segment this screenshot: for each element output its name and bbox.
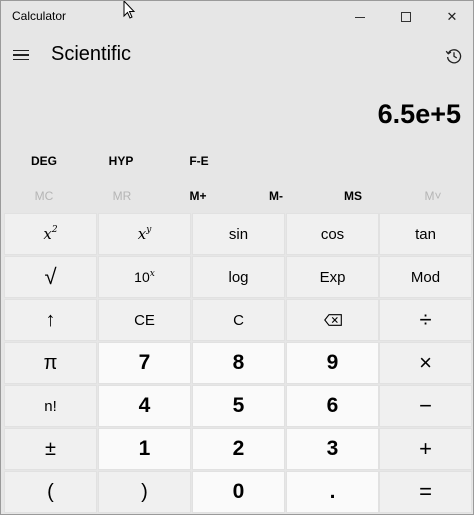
close-paren-button[interactable]: ) <box>98 471 191 513</box>
hamburger-line <box>13 58 29 61</box>
app-header: Scientific <box>1 35 473 75</box>
ten-power-x-base: 10 <box>134 269 150 285</box>
mod-button[interactable]: Mod <box>379 256 472 298</box>
x-squared-label: x2 <box>43 225 57 243</box>
open-paren-button[interactable]: ( <box>4 471 97 513</box>
cos-button[interactable]: cos <box>286 213 379 255</box>
ten-power-x-label: 10x <box>134 269 155 285</box>
deg-button[interactable]: DEG <box>14 147 74 175</box>
add-button[interactable]: + <box>379 428 472 470</box>
x-power-y-base: x <box>137 225 147 243</box>
x-squared-exponent: 2 <box>51 225 58 235</box>
clear-button[interactable]: C <box>192 299 285 341</box>
fe-button[interactable]: F-E <box>169 147 229 175</box>
memory-subtract-button[interactable]: M- <box>237 181 315 211</box>
digit-5-button[interactable]: 5 <box>192 385 285 427</box>
x-squared-button[interactable]: x2 <box>4 213 97 255</box>
sin-button[interactable]: sin <box>192 213 285 255</box>
pi-button[interactable]: π <box>4 342 97 384</box>
digit-3-button[interactable]: 3 <box>286 428 379 470</box>
window-title: Calculator <box>12 9 67 23</box>
digit-7-button[interactable]: 7 <box>98 342 191 384</box>
shift-button[interactable]: ↑ <box>4 299 97 341</box>
x-squared-base: x <box>43 225 52 243</box>
x-power-y-button[interactable]: xy <box>98 213 191 255</box>
subtract-button[interactable]: − <box>379 385 472 427</box>
result-display: 6.5e+5 <box>377 99 461 129</box>
multiply-button[interactable]: × <box>379 342 472 384</box>
ten-power-x-exponent: x <box>149 269 155 279</box>
memory-row: MC MR M+ M- MS M˅ <box>1 181 473 211</box>
divide-button[interactable]: ÷ <box>379 299 472 341</box>
hamburger-line <box>13 54 29 56</box>
exp-button[interactable]: Exp <box>286 256 379 298</box>
navigation-menu-button[interactable] <box>7 37 35 73</box>
factorial-button[interactable]: n! <box>4 385 97 427</box>
x-power-y-exponent: y <box>146 225 152 235</box>
backspace-icon <box>323 314 342 326</box>
calculator-window: Calculator ✕ Scientific 6.5e+5 DEG HYP F… <box>0 0 474 515</box>
equals-button[interactable]: = <box>379 471 472 513</box>
backspace-button[interactable] <box>286 299 379 341</box>
maximize-button[interactable] <box>383 1 429 33</box>
maximize-icon <box>401 12 411 22</box>
ten-power-x-button[interactable]: 10x <box>98 256 191 298</box>
digit-0-button[interactable]: 0 <box>192 471 285 513</box>
memory-recall-button[interactable]: MR <box>83 181 161 211</box>
hyp-button[interactable]: HYP <box>91 147 151 175</box>
digit-9-button[interactable]: 9 <box>286 342 379 384</box>
log-button[interactable]: log <box>192 256 285 298</box>
negate-button[interactable]: ± <box>4 428 97 470</box>
digit-6-button[interactable]: 6 <box>286 385 379 427</box>
close-icon: ✕ <box>446 9 458 24</box>
mode-title: Scientific <box>51 43 132 65</box>
square-root-button[interactable]: √ <box>4 256 97 298</box>
close-button[interactable]: ✕ <box>429 1 473 33</box>
clear-entry-button[interactable]: CE <box>98 299 191 341</box>
memory-add-button[interactable]: M+ <box>159 181 237 211</box>
memory-list-button[interactable]: M˅ <box>394 181 472 211</box>
digit-1-button[interactable]: 1 <box>98 428 191 470</box>
minimize-icon <box>355 16 365 18</box>
x-power-y-label: xy <box>138 225 152 243</box>
mouse-cursor-icon <box>123 1 136 19</box>
digit-4-button[interactable]: 4 <box>98 385 191 427</box>
title-bar[interactable]: Calculator ✕ <box>1 1 473 33</box>
memory-clear-button[interactable]: MC <box>5 181 83 211</box>
history-button[interactable] <box>439 41 469 71</box>
keypad: x2 xy sin cos tan √ 10x log Exp Mod ↑ CE… <box>4 213 472 513</box>
angle-mode-row: DEG HYP F-E <box>1 147 473 175</box>
digit-8-button[interactable]: 8 <box>192 342 285 384</box>
minimize-button[interactable] <box>337 1 383 33</box>
memory-store-button[interactable]: MS <box>314 181 392 211</box>
digit-2-button[interactable]: 2 <box>192 428 285 470</box>
hamburger-icon <box>13 49 29 52</box>
history-icon <box>445 49 462 64</box>
decimal-button[interactable]: . <box>286 471 379 513</box>
tan-button[interactable]: tan <box>379 213 472 255</box>
